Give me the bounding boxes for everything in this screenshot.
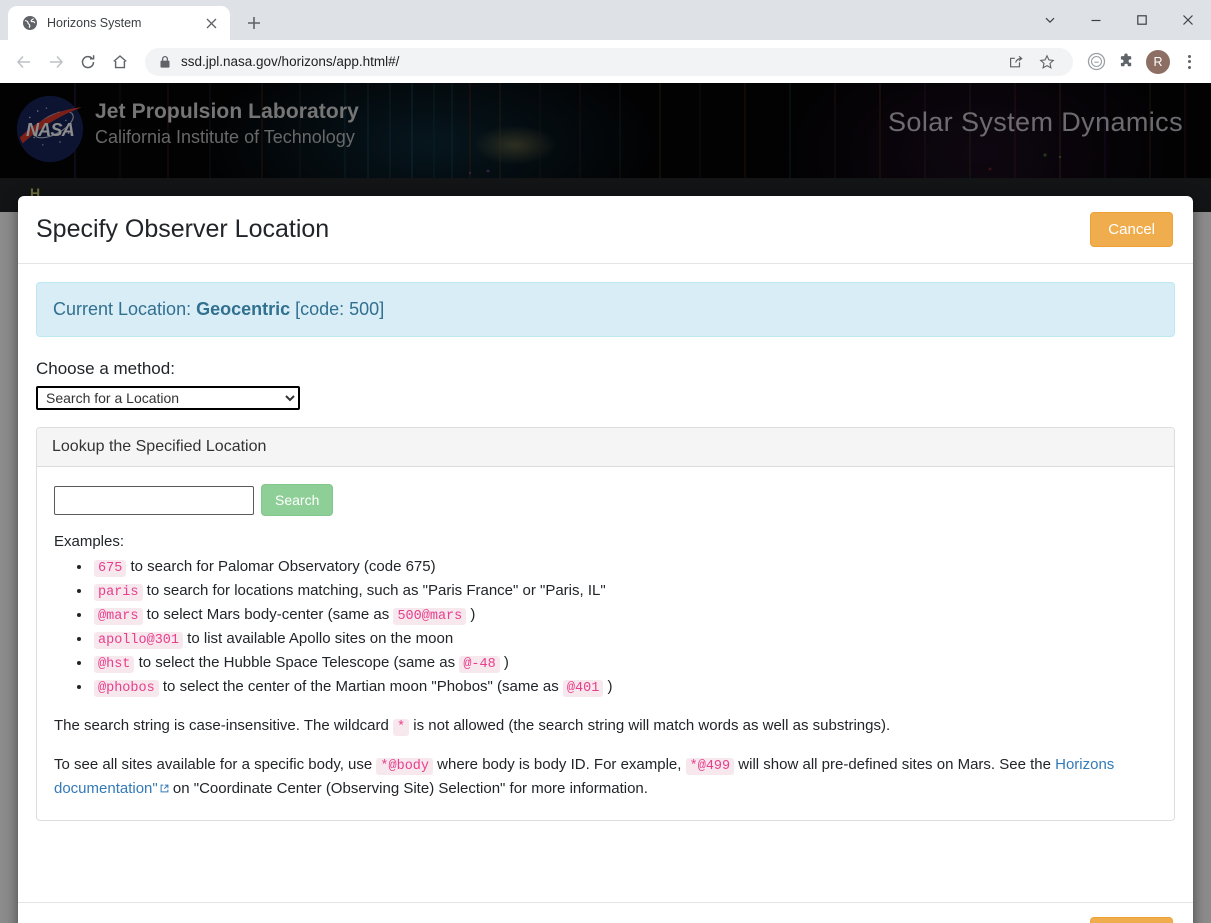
browser-toolbar: ssd.jpl.nasa.gov/horizons/app.html#/ R [0, 40, 1211, 83]
home-icon[interactable] [105, 47, 135, 77]
list-item: @mars to select Mars body-center (same a… [92, 604, 1157, 628]
specify-observer-location-dialog: Specify Observer Location Cancel Current… [18, 196, 1193, 923]
example-code: apollo@301 [94, 632, 184, 649]
method-select[interactable]: Search for a Location Specify Geodetic C… [36, 386, 300, 410]
example-text: to list available Apollo sites on the mo… [183, 630, 454, 647]
dialog-title: Specify Observer Location [36, 215, 330, 243]
account-circle-icon[interactable] [1082, 48, 1110, 76]
example-code-alt: @401 [562, 680, 604, 697]
star-icon[interactable] [1033, 48, 1061, 76]
dialog-header: Specify Observer Location Cancel [18, 196, 1193, 264]
examples-label: Examples: [54, 533, 125, 550]
wildcard-code: * [393, 719, 410, 736]
search-button[interactable]: Search [261, 484, 334, 516]
example-code: @mars [94, 608, 143, 625]
mars-wildcard-code: *@499 [685, 758, 735, 775]
current-location-code: [code: 500] [290, 299, 385, 319]
share-icon[interactable] [1002, 48, 1030, 76]
puzzle-piece-icon[interactable] [1112, 48, 1140, 76]
browser-tab[interactable]: Horizons System [8, 6, 230, 40]
example-code: @phobos [94, 680, 159, 697]
back-arrow-icon[interactable] [9, 47, 39, 77]
list-item: @phobos to select the center of the Mart… [92, 676, 1157, 700]
example-code: 675 [94, 560, 127, 577]
search-input[interactable] [54, 485, 254, 515]
lookup-panel-body: Search Examples: 675 to search for Palom… [37, 467, 1174, 820]
example-text: to select Mars body-center (same as [142, 606, 394, 623]
cancel-button-bottom[interactable]: Cancel [1090, 917, 1173, 923]
note-part: where body is body ID. For example, [433, 756, 686, 773]
close-icon[interactable] [1165, 0, 1211, 40]
list-item: @hst to select the Hubble Space Telescop… [92, 652, 1157, 676]
note-part: will show all pre-defined sites on Mars.… [734, 756, 1056, 773]
maximize-icon[interactable] [1119, 0, 1165, 40]
dialog-body: Current Location: Geocentric [code: 500]… [18, 264, 1193, 902]
avatar[interactable]: R [1146, 49, 1170, 74]
examples-list: 675 to search for Palomar Observatory (c… [54, 556, 1157, 700]
close-icon[interactable] [202, 14, 220, 32]
note-part: To see all sites available for a specifi… [54, 756, 377, 773]
current-location-prefix: Current Location: [53, 299, 197, 319]
example-tail: ) [499, 654, 509, 671]
minimize-icon[interactable] [1073, 0, 1119, 40]
chevron-down-icon[interactable] [1027, 0, 1073, 40]
window-controls [1027, 0, 1211, 40]
example-code-alt: 500@mars [393, 608, 467, 625]
omnibox-actions [1002, 48, 1061, 76]
current-location-name: Geocentric [196, 299, 291, 319]
lookup-panel-heading: Lookup the Specified Location [37, 428, 1174, 467]
list-item: apollo@301 to list available Apollo site… [92, 628, 1157, 652]
tab-title: Horizons System [47, 16, 142, 30]
example-code: @hst [94, 656, 135, 673]
list-item: 675 to search for Palomar Observatory (c… [92, 556, 1157, 580]
body-sites-note: To see all sites available for a specifi… [54, 754, 1157, 800]
address-bar[interactable]: ssd.jpl.nasa.gov/horizons/app.html#/ [145, 47, 1073, 76]
current-location-alert: Current Location: Geocentric [code: 500] [36, 282, 1175, 337]
lock-icon [159, 55, 171, 69]
choose-method-label: Choose a method: [36, 359, 175, 378]
example-code-alt: @-48 [459, 656, 500, 673]
cancel-button-top[interactable]: Cancel [1090, 212, 1173, 247]
lookup-panel: Lookup the Specified Location Search Exa… [36, 427, 1175, 821]
example-text: to search for locations matching, such a… [142, 582, 606, 599]
external-link-icon [160, 778, 169, 793]
example-tail: ) [466, 606, 476, 623]
note-part: on "Coordinate Center (Observing Site) S… [168, 780, 648, 797]
forward-arrow-icon[interactable] [41, 47, 71, 77]
example-text: to search for Palomar Observatory (code … [126, 558, 436, 575]
browser-window: Horizons System ssd.jpl.nasa.gov/horizon… [0, 0, 1211, 923]
wildcard-note: The search string is case-insensitive. T… [54, 715, 1157, 739]
dialog-footer: Cancel [18, 902, 1193, 923]
globe-icon [21, 15, 38, 32]
new-tab-button[interactable] [240, 9, 268, 37]
example-text: to select the center of the Martian moon… [158, 678, 563, 695]
note-part: The search string is case-insensitive. T… [54, 717, 394, 734]
reload-icon[interactable] [73, 47, 103, 77]
list-item: paris to search for locations matching, … [92, 580, 1157, 604]
example-tail: ) [603, 678, 613, 695]
example-code: paris [94, 584, 143, 601]
url-text: ssd.jpl.nasa.gov/horizons/app.html#/ [181, 54, 400, 69]
tab-strip: Horizons System [0, 0, 1211, 40]
body-wildcard-code: *@body [376, 758, 433, 775]
note-part: is not allowed (the search string will m… [409, 717, 891, 734]
search-row: Search [54, 484, 1157, 516]
page-viewport: NASA Jet Propulsion Laboratory Californi… [0, 83, 1211, 923]
kebab-menu-icon[interactable] [1176, 48, 1202, 76]
example-text: to select the Hubble Space Telescope (sa… [134, 654, 460, 671]
